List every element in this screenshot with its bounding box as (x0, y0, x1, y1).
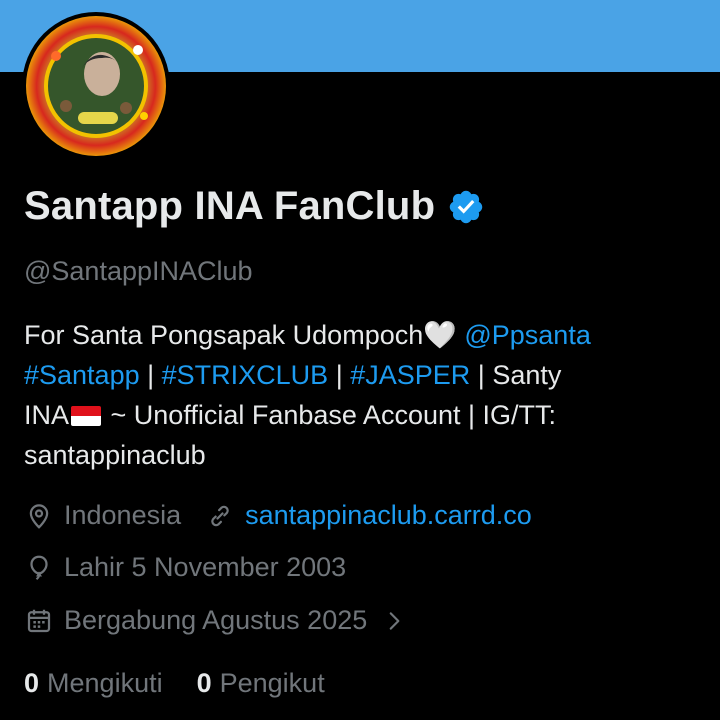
hashtag-link[interactable]: #Santapp (24, 360, 140, 390)
profile-website-link[interactable]: santappinaclub.carrd.co (245, 500, 532, 531)
following-label: Mengikuti (47, 668, 163, 698)
verified-badge-icon[interactable] (447, 188, 485, 226)
profile-name: Santapp INA FanClub (24, 184, 436, 228)
hashtag-link[interactable]: #JASPER (350, 360, 470, 390)
bio-text: | Santy (470, 360, 562, 390)
bio-separator: | (328, 360, 351, 390)
profile-name-row: Santapp INA FanClub (24, 184, 485, 229)
followers-label: Pengikut (219, 668, 325, 698)
following-count: 0 (24, 668, 40, 698)
hashtag-link[interactable]: #STRIXCLUB (162, 360, 329, 390)
followers-link[interactable]: 0 Pengikut (197, 668, 325, 699)
avatar-image (26, 16, 166, 156)
avatar[interactable] (22, 12, 170, 160)
profile-location: Indonesia (64, 500, 182, 530)
bio-text: INA (24, 400, 70, 430)
profile-meta-row: Indonesia santappinaclub.carrd.co (24, 500, 532, 531)
following-link[interactable]: 0 Mengikuti (24, 668, 163, 699)
profile-bio: For Santa Pongsapak Udompoch🤍 @Ppsanta #… (24, 315, 684, 475)
profile-birthday: Lahir 5 November 2003 (64, 552, 347, 582)
link-icon (211, 505, 229, 526)
bio-separator: | (139, 360, 162, 390)
profile-joined-row[interactable]: Bergabung Agustus 2025 (24, 605, 417, 636)
balloon-icon (30, 555, 48, 580)
bio-text: santappinaclub (24, 440, 206, 470)
avatar-art (44, 34, 148, 138)
profile-joined: Bergabung Agustus 2025 (64, 605, 368, 635)
indonesia-flag-icon (71, 406, 102, 426)
bio-text: ~ Unofficial Fanbase Account | IG/TT: (103, 400, 557, 430)
follow-stats: 0 Mengikuti 0 Pengikut (24, 668, 325, 699)
profile-birthday-row: Lahir 5 November 2003 (24, 552, 346, 583)
bio-text: For Santa Pongsapak Udompoch🤍 (24, 320, 465, 350)
location-pin-icon (29, 503, 49, 529)
mention-link[interactable]: @Ppsanta (464, 320, 590, 350)
calendar-icon (27, 609, 51, 632)
chevron-right-icon[interactable] (381, 608, 407, 634)
followers-count: 0 (196, 668, 212, 698)
profile-handle: @SantappINAClub (24, 256, 253, 286)
